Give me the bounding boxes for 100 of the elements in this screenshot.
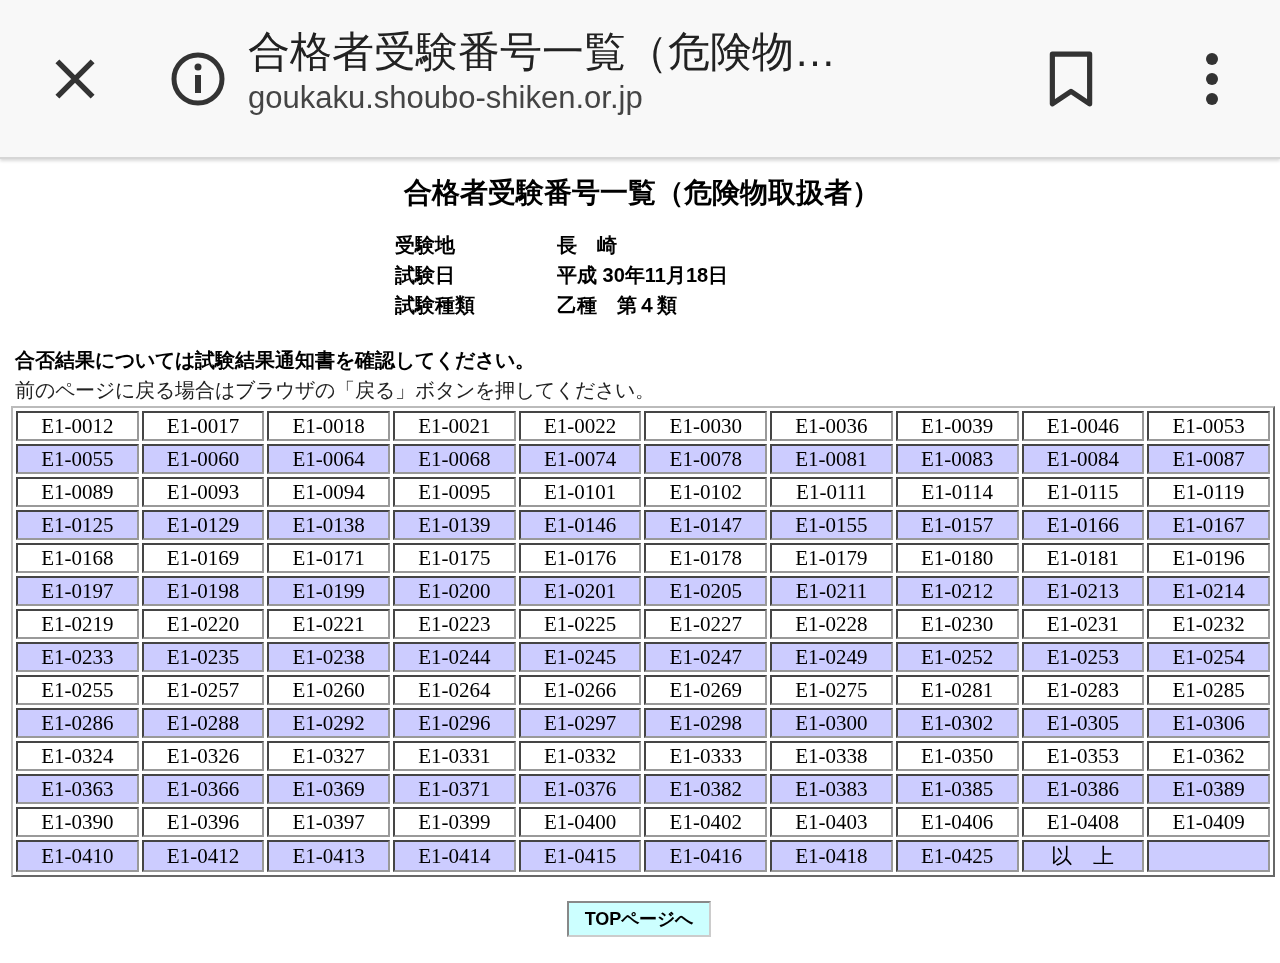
number-cell: E1-0171 [267, 543, 391, 573]
number-cell: E1-0176 [518, 543, 642, 573]
number-cell: E1-0231 [1021, 609, 1145, 639]
number-cell: E1-0017 [141, 411, 265, 441]
number-cell: E1-0402 [644, 807, 768, 837]
number-cell: E1-0167 [1147, 510, 1270, 540]
number-cell: E1-0298 [644, 708, 768, 738]
number-cell: E1-0230 [895, 609, 1019, 639]
number-cell: E1-0292 [267, 708, 391, 738]
number-cell: E1-0053 [1147, 411, 1270, 441]
number-cell: E1-0300 [770, 708, 893, 738]
number-cell: E1-0012 [16, 411, 139, 441]
number-cell: E1-0288 [141, 708, 265, 738]
number-cell: E1-0147 [644, 510, 768, 540]
number-cell: E1-0233 [16, 642, 139, 672]
number-cell: E1-0369 [267, 774, 391, 804]
number-cell: E1-0249 [770, 642, 893, 672]
number-cell: E1-0102 [644, 477, 768, 507]
info-label: 試験日 [395, 263, 456, 287]
number-cell: E1-0219 [16, 609, 139, 639]
number-cell: E1-0078 [644, 444, 768, 474]
number-cell: E1-0036 [770, 411, 893, 441]
number-cell: E1-0221 [267, 609, 391, 639]
number-cell: E1-0371 [393, 774, 516, 804]
number-cell: E1-0382 [644, 774, 768, 804]
bookmark-icon[interactable] [1048, 49, 1094, 108]
number-cell: E1-0338 [770, 741, 893, 771]
number-cell: E1-0155 [770, 510, 893, 540]
number-cell: E1-0326 [141, 741, 265, 771]
number-cell: E1-0416 [644, 840, 768, 872]
top-page-button[interactable]: TOPページへ [567, 901, 711, 937]
number-cell: E1-0021 [393, 411, 516, 441]
back-hint-text: 前のページに戻る場合はブラウザの「戻る」ボタンを押してください。 [15, 378, 656, 403]
number-cell: E1-0198 [141, 576, 265, 606]
number-cell: E1-0089 [16, 477, 139, 507]
number-cell: E1-0406 [895, 807, 1019, 837]
number-cell: E1-0201 [518, 576, 642, 606]
number-cell: E1-0180 [895, 543, 1019, 573]
number-cell: E1-0083 [895, 444, 1019, 474]
number-cell: E1-0197 [16, 576, 139, 606]
number-cell: E1-0064 [267, 444, 391, 474]
number-cell: E1-0232 [1147, 609, 1270, 639]
number-cell: E1-0030 [644, 411, 768, 441]
number-cell: E1-0296 [393, 708, 516, 738]
number-cell: E1-0074 [518, 444, 642, 474]
number-cell: E1-0181 [1021, 543, 1145, 573]
number-cell: E1-0333 [644, 741, 768, 771]
number-cell: E1-0408 [1021, 807, 1145, 837]
number-cell: E1-0324 [16, 741, 139, 771]
number-cell: E1-0397 [267, 807, 391, 837]
number-cell: E1-0244 [393, 642, 516, 672]
number-cell: E1-0389 [1147, 774, 1270, 804]
number-cell: E1-0125 [16, 510, 139, 540]
number-cell: E1-0366 [141, 774, 265, 804]
number-cell: E1-0297 [518, 708, 642, 738]
page-heading: 合格者受験番号一覧（危険物取扱者） [403, 176, 881, 210]
number-cell: E1-0039 [895, 411, 1019, 441]
info-value: 乙種 第４類 [557, 293, 678, 317]
number-cell: E1-0129 [141, 510, 265, 540]
number-cell: E1-0168 [16, 543, 139, 573]
number-cell: E1-0146 [518, 510, 642, 540]
number-cell: E1-0205 [644, 576, 768, 606]
number-cell: E1-0235 [141, 642, 265, 672]
number-cell: E1-0332 [518, 741, 642, 771]
number-cell: E1-0238 [267, 642, 391, 672]
number-cell: E1-0087 [1147, 444, 1270, 474]
number-cell: E1-0081 [770, 444, 893, 474]
info-icon[interactable] [170, 50, 226, 107]
number-cell: E1-0093 [141, 477, 265, 507]
number-cell: E1-0275 [770, 675, 893, 705]
number-cell: E1-0396 [141, 807, 265, 837]
page-title: 合格者受験番号一覧（危険物… [248, 27, 837, 78]
number-cell: E1-0302 [895, 708, 1019, 738]
number-cell: E1-0331 [393, 741, 516, 771]
number-cell: E1-0281 [895, 675, 1019, 705]
number-cell: E1-0175 [393, 543, 516, 573]
number-cell: E1-0022 [518, 411, 642, 441]
number-cell: E1-0376 [518, 774, 642, 804]
number-cell: E1-0212 [895, 576, 1019, 606]
number-cell: E1-0084 [1021, 444, 1145, 474]
number-cell: E1-0138 [267, 510, 391, 540]
number-cell: E1-0255 [16, 675, 139, 705]
number-cell: E1-0018 [267, 411, 391, 441]
number-cell: E1-0227 [644, 609, 768, 639]
menu-icon[interactable] [1204, 50, 1220, 107]
number-cell: E1-0139 [393, 510, 516, 540]
number-cell: E1-0383 [770, 774, 893, 804]
number-cell: E1-0055 [16, 444, 139, 474]
number-cell: E1-0199 [267, 576, 391, 606]
number-cell: E1-0415 [518, 840, 642, 872]
number-cell: E1-0200 [393, 576, 516, 606]
number-cell: E1-0179 [770, 543, 893, 573]
info-label: 受験地 [395, 233, 456, 257]
number-cell: E1-0060 [141, 444, 265, 474]
number-cell: E1-0046 [1021, 411, 1145, 441]
number-cell: E1-0114 [895, 477, 1019, 507]
number-cell: E1-0399 [393, 807, 516, 837]
number-cell: E1-0178 [644, 543, 768, 573]
page-url[interactable]: goukaku.shoubo-shiken.or.jp [248, 77, 1048, 118]
number-cell: E1-0362 [1147, 741, 1270, 771]
